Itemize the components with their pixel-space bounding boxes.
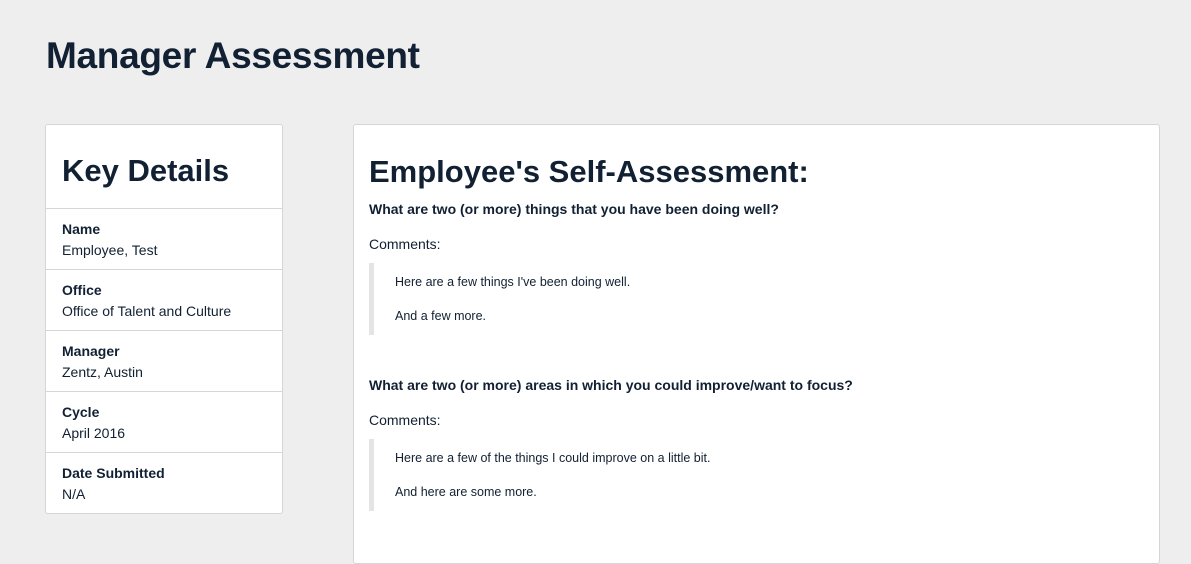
answer-paragraph: And here are some more.	[395, 485, 537, 499]
page-title: Manager Assessment	[46, 35, 420, 76]
detail-value: Employee, Test	[62, 242, 158, 258]
answer-blockquote-1: Here are a few things I've been doing we…	[369, 263, 1129, 335]
key-details-header: Key Details	[46, 125, 282, 209]
answer-paragraph: Here are a few things I've been doing we…	[395, 275, 631, 289]
detail-row-office: Office Office of Talent and Culture	[46, 270, 282, 331]
question-1: What are two (or more) things that you h…	[369, 201, 779, 217]
self-assessment-card: Employee's Self-Assessment: What are two…	[353, 124, 1160, 564]
detail-value: Office of Talent and Culture	[62, 303, 232, 319]
detail-row-name: Name Employee, Test	[46, 209, 282, 270]
detail-row-cycle: Cycle April 2016	[46, 392, 282, 453]
question-2: What are two (or more) areas in which yo…	[369, 377, 853, 393]
detail-label: Cycle	[62, 404, 100, 420]
comments-label-1: Comments:	[369, 236, 441, 252]
detail-label: Date Submitted	[62, 465, 165, 481]
detail-label: Office	[62, 282, 102, 298]
key-details-card: Key Details Name Employee, Test Office O…	[45, 124, 283, 514]
key-details-title: Key Details	[62, 153, 230, 188]
answer-blockquote-2: Here are a few of the things I could imp…	[369, 439, 1129, 511]
detail-value: N/A	[62, 486, 86, 502]
detail-value: April 2016	[62, 425, 126, 441]
comments-label-2: Comments:	[369, 412, 441, 428]
answer-paragraph: Here are a few of the things I could imp…	[395, 451, 711, 465]
detail-label: Name	[62, 221, 101, 237]
detail-label: Manager	[62, 343, 120, 359]
detail-row-date-submitted: Date Submitted N/A	[46, 453, 282, 514]
detail-value: Zentz, Austin	[62, 364, 143, 380]
answer-paragraph: And a few more.	[395, 309, 487, 323]
self-assessment-title: Employee's Self-Assessment:	[369, 154, 809, 189]
detail-row-manager: Manager Zentz, Austin	[46, 331, 282, 392]
